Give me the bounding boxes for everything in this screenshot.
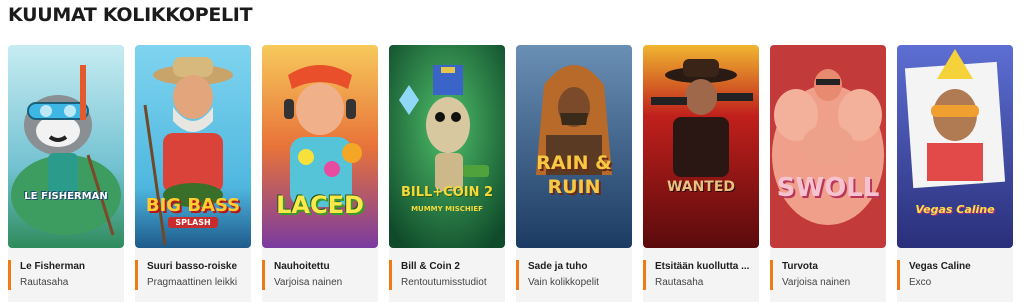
accent-bar — [897, 260, 900, 290]
game-info: Turvota Varjoisa nainen — [770, 248, 886, 302]
game-logo: BILL+COIN 2 — [400, 185, 494, 200]
game-thumbnail[interactable]: BIG BASS SPLASH — [135, 45, 251, 248]
game-logo-subtitle: MUMMY MISCHIEF — [411, 205, 483, 213]
game-card-vegas-caline[interactable]: Vegas Caline Vegas Caline Exco — [897, 45, 1013, 302]
game-provider: Vain kolikkopelit — [528, 277, 599, 288]
game-info: Vegas Caline Exco — [897, 248, 1013, 302]
game-name[interactable]: Le Fisherman — [20, 261, 122, 272]
game-carousel: LE FISHERMAN Le Fisherman Rautasaha BIG … — [0, 45, 1024, 302]
game-info: Sade ja tuho Vain kolikkopelit — [516, 248, 632, 302]
game-thumbnail[interactable]: WANTED — [643, 45, 759, 248]
game-card-etsitaan-kuollutta[interactable]: WANTED Etsitään kuollutta ... Rautasaha — [643, 45, 759, 302]
game-provider: Rautasaha — [20, 277, 69, 288]
game-logo: SWOLL — [776, 173, 880, 203]
game-info: Le Fisherman Rautasaha — [8, 248, 124, 302]
game-provider: Varjoisa nainen — [274, 277, 343, 288]
accent-bar — [389, 260, 392, 290]
game-thumbnail[interactable]: RAIN & RUIN — [516, 45, 632, 248]
game-info: Suuri basso-roiske Pragmaattinen leikki — [135, 248, 251, 302]
game-name[interactable]: Bill & Coin 2 — [401, 261, 503, 272]
game-name[interactable]: Etsitään kuollutta ... — [655, 261, 757, 272]
game-name[interactable]: Suuri basso-roiske — [147, 261, 249, 272]
game-card-le-fisherman[interactable]: LE FISHERMAN Le Fisherman Rautasaha — [8, 45, 124, 302]
game-logo: LACED — [276, 191, 364, 219]
accent-bar — [8, 260, 11, 290]
game-logo-subtitle: SPLASH — [168, 217, 218, 228]
game-card-sade-ja-tuho[interactable]: RAIN & RUIN Sade ja tuho Vain kolikkopel… — [516, 45, 632, 302]
accent-bar — [262, 260, 265, 290]
game-name[interactable]: Vegas Caline — [909, 261, 1011, 272]
game-card-suuri-basso-roiske[interactable]: BIG BASS SPLASH Suuri basso-roiske Pragm… — [135, 45, 251, 302]
game-info: Nauhoitettu Varjoisa nainen — [262, 248, 378, 302]
game-name[interactable]: Sade ja tuho — [528, 261, 630, 272]
game-logo: WANTED — [666, 179, 736, 195]
game-provider: Varjoisa nainen — [782, 277, 851, 288]
game-logo: BIG BASS — [145, 195, 241, 216]
game-provider: Rautasaha — [655, 277, 704, 288]
accent-bar — [135, 260, 138, 290]
game-name[interactable]: Turvota — [782, 261, 884, 272]
game-info: Etsitään kuollutta ... Rautasaha — [643, 248, 759, 302]
section-title: KUUMAT KOLIKKOPELIT — [8, 4, 253, 26]
game-logo: RAIN & RUIN — [536, 152, 612, 198]
accent-bar — [770, 260, 773, 290]
game-info: Bill & Coin 2 Rentoutumisstudiot — [389, 248, 505, 302]
game-logo: Vegas Caline — [915, 203, 995, 216]
accent-bar — [643, 260, 646, 290]
game-provider: Exco — [909, 277, 932, 288]
game-provider: Pragmaattinen leikki — [147, 277, 238, 288]
game-card-turvota[interactable]: SWOLL Turvota Varjoisa nainen — [770, 45, 886, 302]
game-thumbnail[interactable]: LACED — [262, 45, 378, 248]
game-provider: Rentoutumisstudiot — [401, 277, 487, 288]
game-thumbnail[interactable]: SWOLL — [770, 45, 886, 248]
game-thumbnail[interactable]: BILL+COIN 2 MUMMY MISCHIEF — [389, 45, 505, 248]
game-card-nauhoitettu[interactable]: LACED Nauhoitettu Varjoisa nainen — [262, 45, 378, 302]
game-name[interactable]: Nauhoitettu — [274, 261, 376, 272]
accent-bar — [516, 260, 519, 290]
game-thumbnail[interactable]: LE FISHERMAN — [8, 45, 124, 248]
game-logo: LE FISHERMAN — [24, 191, 108, 202]
game-card-bill-and-coin-2[interactable]: BILL+COIN 2 MUMMY MISCHIEF Bill & Coin 2… — [389, 45, 505, 302]
game-thumbnail[interactable]: Vegas Caline — [897, 45, 1013, 248]
